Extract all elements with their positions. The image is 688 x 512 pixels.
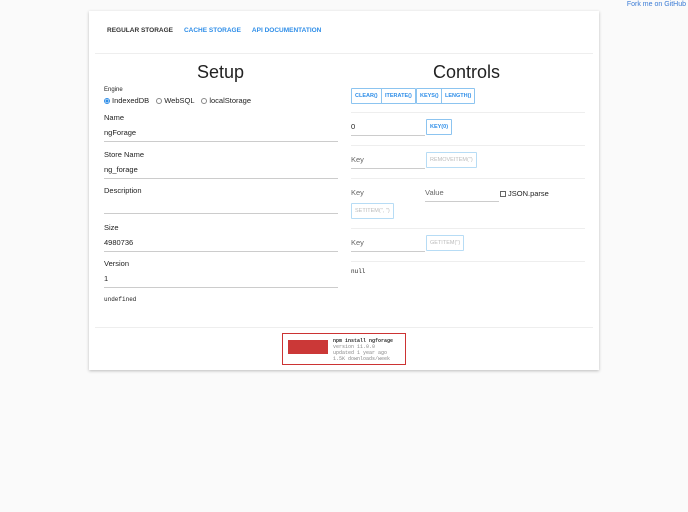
- tab-api-documentation[interactable]: API DOCUMENTATION: [252, 27, 321, 34]
- main-card: REGULAR STORAGE CACHE STORAGE API DOCUME…: [89, 11, 599, 370]
- radio-localstorage[interactable]: localStorage: [201, 96, 251, 105]
- length-button[interactable]: LENGTH(): [441, 88, 476, 104]
- engine-radio-group: IndexedDB WebSQL localStorage: [104, 96, 251, 105]
- name-input[interactable]: ngForage: [104, 128, 338, 142]
- clear-button[interactable]: CLEAR(): [351, 88, 382, 104]
- setup-output: undefined: [104, 296, 137, 303]
- remove-key-input[interactable]: Key: [351, 155, 425, 169]
- version-input[interactable]: 1: [104, 274, 338, 288]
- setup-title: Setup: [197, 62, 245, 82]
- divider: [351, 145, 585, 146]
- name-label: Name: [104, 113, 125, 122]
- engine-label: Engine: [104, 87, 123, 93]
- divider: [351, 228, 585, 229]
- tab-bar: REGULAR STORAGE CACHE STORAGE API DOCUME…: [107, 27, 321, 34]
- version-label: Version: [104, 259, 130, 268]
- npm-logo-icon: [288, 340, 328, 354]
- set-value-input[interactable]: Value: [425, 188, 499, 202]
- store-name-input[interactable]: ng_forage: [104, 165, 338, 179]
- key-index-input[interactable]: 0: [351, 122, 425, 136]
- getitem-button[interactable]: GETITEM(''): [426, 235, 465, 251]
- npm-downloads: 1.5K downloads/week: [333, 356, 391, 362]
- divider: [95, 53, 593, 54]
- description-input[interactable]: [104, 200, 338, 214]
- get-key-input[interactable]: Key: [351, 238, 425, 252]
- json-parse-checkbox[interactable]: JSON.parse: [500, 189, 549, 198]
- store-name-label: Store Name: [104, 150, 145, 159]
- controls-output: null: [351, 268, 366, 275]
- removeitem-button[interactable]: REMOVEITEM(''): [426, 152, 477, 168]
- keys-button[interactable]: KEYS(): [416, 88, 443, 104]
- radio-websql[interactable]: WebSQL: [156, 96, 194, 105]
- npm-info: npm install ngforage version 11.0.0 upda…: [333, 338, 393, 362]
- divider: [351, 261, 585, 262]
- divider: [95, 327, 593, 328]
- setitem-button[interactable]: SETITEM('', ''): [351, 203, 394, 219]
- key-button[interactable]: KEY(0): [426, 119, 453, 135]
- description-label: Description: [104, 186, 142, 195]
- divider: [351, 178, 585, 179]
- checkbox-icon: [500, 191, 506, 197]
- divider: [351, 112, 585, 113]
- radio-indexeddb[interactable]: IndexedDB: [104, 96, 149, 105]
- iterate-button[interactable]: ITERATE(): [381, 88, 416, 104]
- set-key-input[interactable]: Key: [351, 188, 425, 202]
- controls-title: Controls: [433, 62, 501, 82]
- npm-badge[interactable]: npm install ngforage version 11.0.0 upda…: [282, 333, 406, 365]
- fork-me-link[interactable]: Fork me on GitHub: [627, 1, 686, 8]
- tab-cache-storage[interactable]: CACHE STORAGE: [184, 27, 241, 34]
- size-label: Size: [104, 223, 119, 232]
- tab-regular-storage[interactable]: REGULAR STORAGE: [107, 27, 173, 34]
- size-input[interactable]: 4980736: [104, 238, 338, 252]
